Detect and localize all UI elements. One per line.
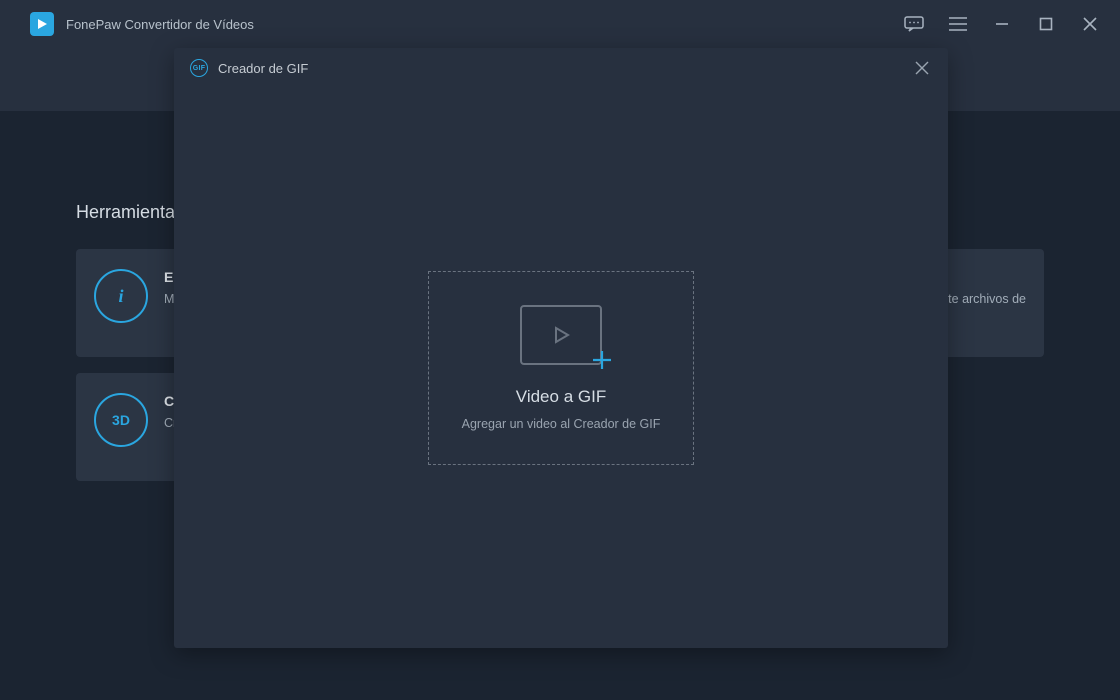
gif-badge-text: GIF [193,65,206,72]
modal-title: Creador de GIF [218,61,308,76]
titlebar-left: FonePaw Convertidor de Vídeos [30,12,254,36]
maximize-icon[interactable] [1036,14,1056,34]
titlebar: FonePaw Convertidor de Vídeos [0,0,1120,48]
three-d-icon: 3D [94,393,148,447]
three-d-icon-text: 3D [112,412,130,428]
minimize-icon[interactable] [992,14,1012,34]
dropzone-title: Video a GIF [516,387,606,407]
dropzone-video-icon [520,305,602,365]
feedback-icon[interactable] [904,14,924,34]
app-title: FonePaw Convertidor de Vídeos [66,17,254,32]
modal-header-left: GIF Creador de GIF [190,59,308,77]
titlebar-right [904,14,1100,34]
modal-header: GIF Creador de GIF [174,48,948,88]
info-icon: i [94,269,148,323]
video-to-gif-dropzone[interactable]: Video a GIF Agregar un video al Creador … [428,271,694,465]
app-logo-icon [30,12,54,36]
close-icon[interactable] [1080,14,1100,34]
dropzone-subtitle: Agregar un video al Creador de GIF [462,417,661,431]
modal-body: Video a GIF Agregar un video al Creador … [174,88,948,648]
gif-creator-modal: GIF Creador de GIF [174,48,948,648]
plus-icon [590,348,614,377]
menu-icon[interactable] [948,14,968,34]
gif-badge-icon: GIF [190,59,208,77]
modal-close-icon[interactable] [912,58,932,78]
info-icon-text: i [118,286,123,307]
